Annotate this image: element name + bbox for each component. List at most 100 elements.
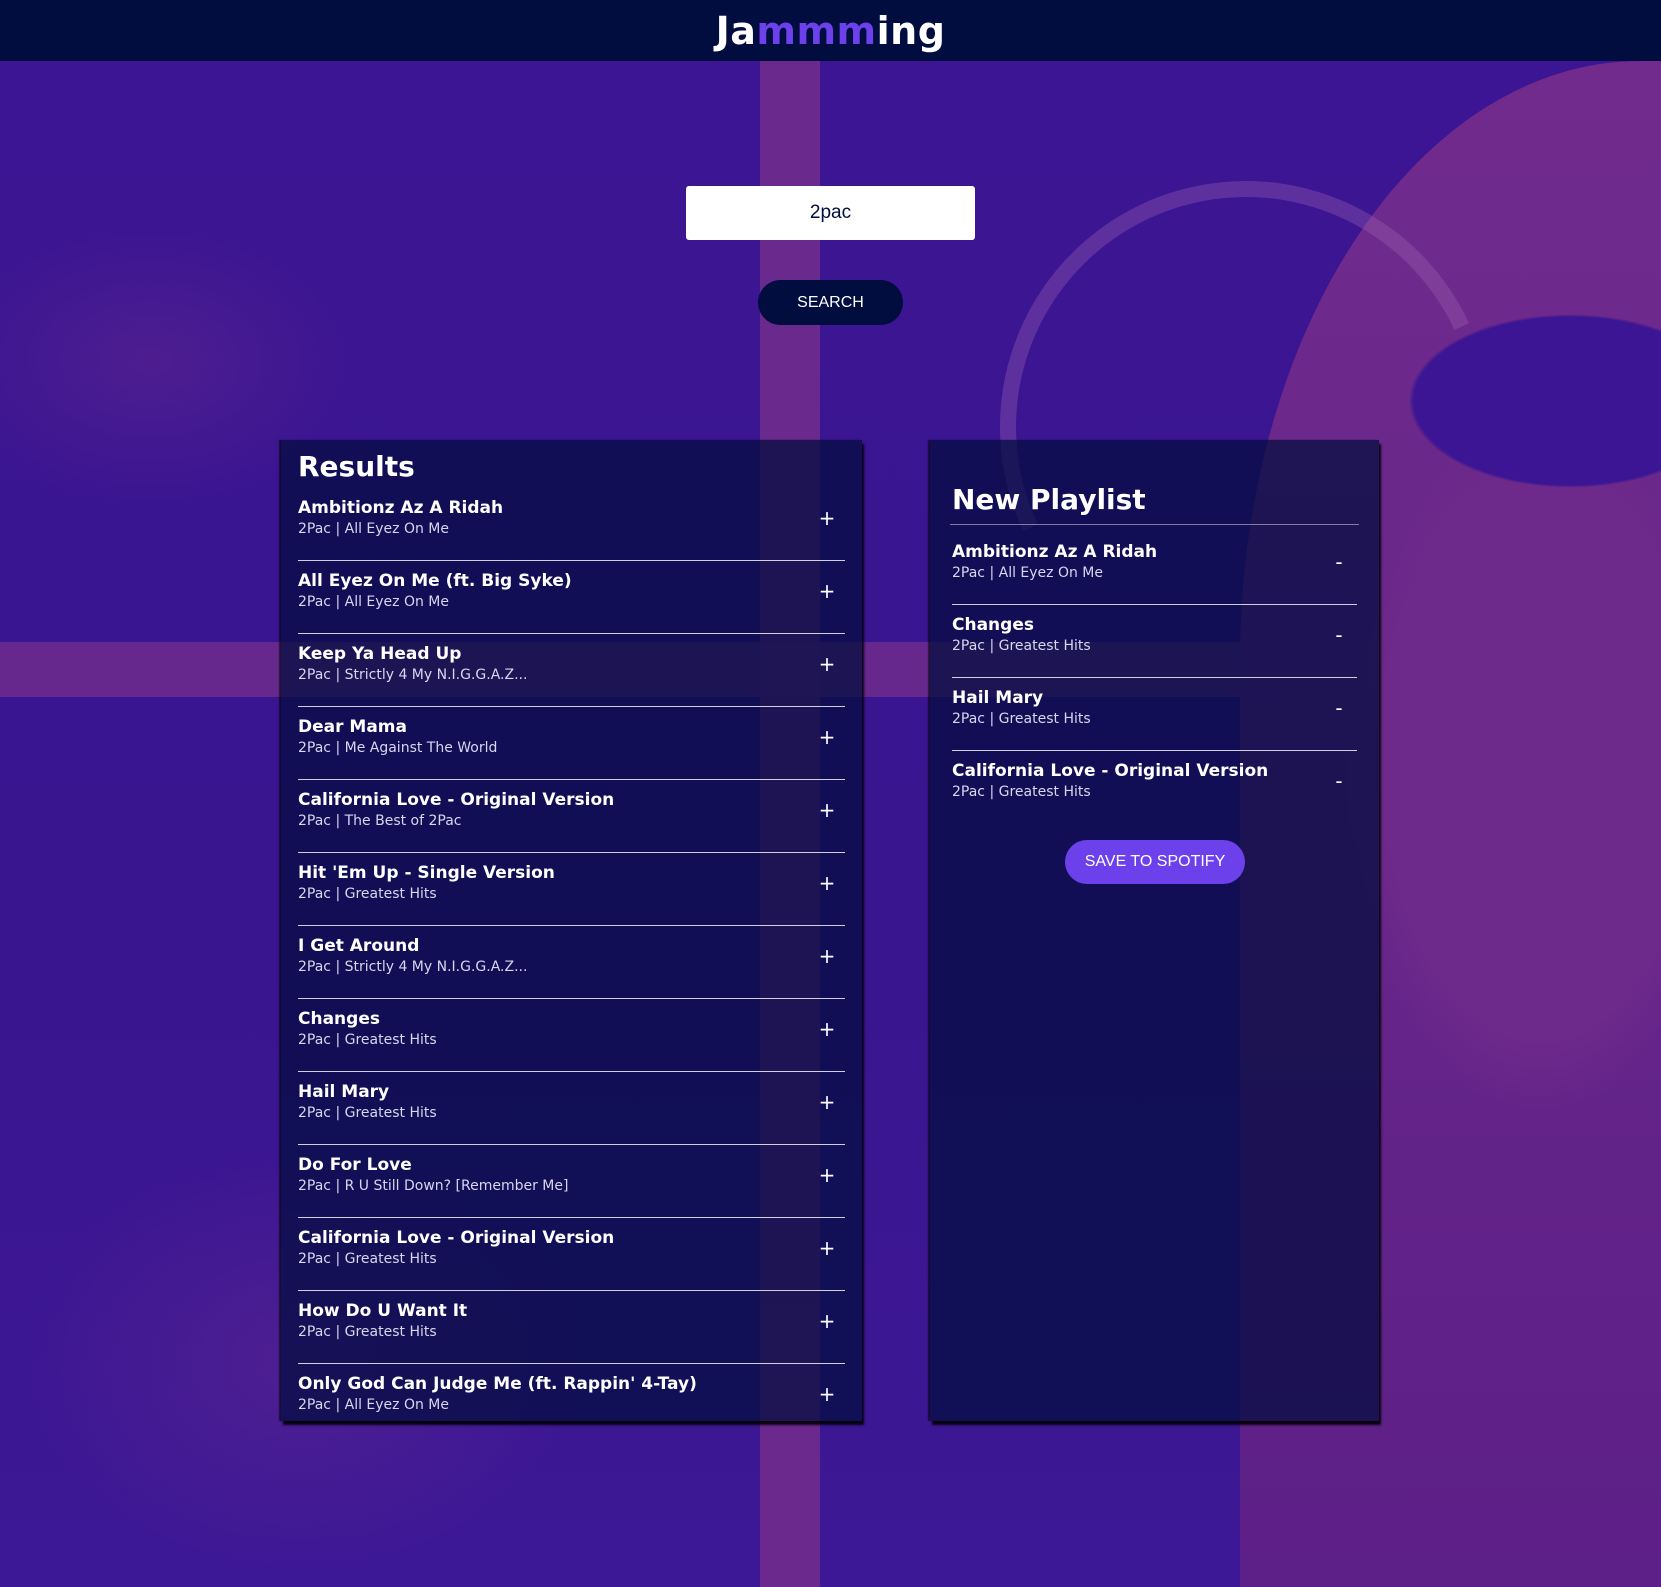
track-name: How Do U Want It — [298, 1301, 468, 1321]
track-name: Ambitionz Az A Ridah — [952, 542, 1158, 562]
add-track-button[interactable]: + — [815, 798, 839, 822]
plus-icon: + — [818, 1090, 836, 1114]
track-name: Hail Mary — [952, 688, 1044, 708]
add-track-button[interactable]: + — [815, 1382, 839, 1406]
plus-icon: + — [818, 1236, 836, 1260]
track-row: California Love - Original Version 2Pac |… — [298, 780, 845, 853]
track-name: Hail Mary — [298, 1082, 390, 1102]
track-name: I Get Around — [298, 936, 420, 956]
results-panel: Results Ambitionz Az A Ridah 2Pac | All E… — [281, 440, 862, 1421]
track-name: All Eyez On Me (ft. Big Syke) — [298, 571, 572, 591]
add-track-button[interactable]: + — [815, 944, 839, 968]
add-track-button[interactable]: + — [815, 652, 839, 676]
add-track-button[interactable]: + — [815, 725, 839, 749]
logo-prefix: Ja — [715, 8, 757, 53]
minus-icon: - — [1335, 696, 1343, 720]
track-row: All Eyez On Me (ft. Big Syke) 2Pac | All … — [298, 561, 845, 634]
add-track-button[interactable]: + — [815, 1163, 839, 1187]
plus-icon: + — [818, 725, 836, 749]
track-name: Dear Mama — [298, 717, 407, 737]
track-name: Do For Love — [298, 1155, 412, 1175]
track-artist-album: 2Pac | All Eyez On Me — [298, 1397, 449, 1413]
plus-icon: + — [818, 579, 836, 603]
track-row: Hail Mary 2Pac | Greatest Hits + — [298, 1072, 845, 1145]
track-artist-album: 2Pac | Greatest Hits — [298, 1324, 437, 1340]
track-artist-album: 2Pac | All Eyez On Me — [952, 565, 1103, 581]
logo-suffix: ing — [876, 8, 946, 53]
add-track-button[interactable]: + — [815, 871, 839, 895]
track-row: Ambitionz Az A Ridah 2Pac | All Eyez On M… — [952, 532, 1357, 605]
minus-icon: - — [1335, 623, 1343, 647]
track-artist-album: 2Pac | Greatest Hits — [952, 711, 1091, 727]
plus-icon: + — [818, 652, 836, 676]
track-row: Keep Ya Head Up 2Pac | Strictly 4 My N.I.… — [298, 634, 845, 707]
track-row: Do For Love 2Pac | R U Still Down? [Remem… — [298, 1145, 845, 1218]
app-logo: Jammming — [716, 9, 946, 53]
plus-icon: + — [818, 1017, 836, 1041]
track-artist-album: 2Pac | All Eyez On Me — [298, 521, 449, 537]
plus-icon: + — [818, 506, 836, 530]
plus-icon: + — [818, 1309, 836, 1333]
logo-accent: mmm — [756, 8, 877, 53]
track-row: Ambitionz Az A Ridah 2Pac | All Eyez On M… — [298, 488, 845, 561]
remove-track-button[interactable]: - — [1327, 623, 1351, 647]
track-name: California Love - Original Version — [298, 790, 615, 810]
track-artist-album: 2Pac | Greatest Hits — [298, 1032, 437, 1048]
add-track-button[interactable]: + — [815, 1236, 839, 1260]
plus-icon: + — [818, 1382, 836, 1406]
app-header: Jammming — [0, 0, 1661, 61]
track-artist-album: 2Pac | Me Against The World — [298, 740, 498, 756]
track-row: I Get Around 2Pac | Strictly 4 My N.I.G.G… — [298, 926, 845, 999]
track-row: Changes 2Pac | Greatest Hits - — [952, 605, 1357, 678]
track-artist-album: 2Pac | All Eyez On Me — [298, 594, 449, 610]
track-row: How Do U Want It 2Pac | Greatest Hits + — [298, 1291, 845, 1364]
playlist-track-list: Ambitionz Az A Ridah 2Pac | All Eyez On M… — [952, 532, 1357, 824]
playlist-name-input[interactable]: New Playlist — [952, 483, 1146, 516]
plus-icon: + — [818, 871, 836, 895]
playlist-panel: New Playlist Ambitionz Az A Ridah 2Pac | … — [930, 440, 1379, 1421]
search-button[interactable]: SEARCH — [758, 280, 903, 325]
plus-icon: + — [818, 1163, 836, 1187]
track-row: Dear Mama 2Pac | Me Against The World + — [298, 707, 845, 780]
track-row: Hail Mary 2Pac | Greatest Hits - — [952, 678, 1357, 751]
track-row: Changes 2Pac | Greatest Hits + — [298, 999, 845, 1072]
save-to-spotify-button[interactable]: SAVE TO SPOTIFY — [1065, 840, 1245, 884]
track-name: Ambitionz Az A Ridah — [298, 498, 504, 518]
track-artist-album: 2Pac | Greatest Hits — [952, 638, 1091, 654]
track-name: Changes — [298, 1009, 380, 1029]
remove-track-button[interactable]: - — [1327, 550, 1351, 574]
track-artist-album: 2Pac | Strictly 4 My N.I.G.G.A.Z... — [298, 667, 528, 683]
track-row: California Love - Original Version 2Pac |… — [298, 1218, 845, 1291]
plus-icon: + — [818, 944, 836, 968]
remove-track-button[interactable]: - — [1327, 696, 1351, 720]
track-artist-album: 2Pac | Greatest Hits — [952, 784, 1091, 800]
playlist-title-divider — [950, 524, 1359, 525]
add-track-button[interactable]: + — [815, 1090, 839, 1114]
add-track-button[interactable]: + — [815, 1017, 839, 1041]
track-artist-album: 2Pac | R U Still Down? [Remember Me] — [298, 1178, 569, 1194]
track-artist-album: 2Pac | Greatest Hits — [298, 1251, 437, 1267]
minus-icon: - — [1335, 769, 1343, 793]
remove-track-button[interactable]: - — [1327, 769, 1351, 793]
add-track-button[interactable]: + — [815, 1309, 839, 1333]
track-row: Only God Can Judge Me (ft. Rappin' 4-Tay… — [298, 1364, 845, 1437]
add-track-button[interactable]: + — [815, 579, 839, 603]
plus-icon: + — [818, 798, 836, 822]
track-artist-album: 2Pac | Greatest Hits — [298, 1105, 437, 1121]
results-track-list: Ambitionz Az A Ridah 2Pac | All Eyez On M… — [298, 488, 845, 1437]
track-name: Changes — [952, 615, 1034, 635]
track-artist-album: 2Pac | Greatest Hits — [298, 886, 437, 902]
results-title: Results — [298, 450, 415, 483]
track-name: Only God Can Judge Me (ft. Rappin' 4-Tay… — [298, 1374, 697, 1394]
add-track-button[interactable]: + — [815, 506, 839, 530]
track-row: California Love - Original Version 2Pac |… — [952, 751, 1357, 824]
track-artist-album: 2Pac | The Best of 2Pac — [298, 813, 462, 829]
track-artist-album: 2Pac | Strictly 4 My N.I.G.G.A.Z... — [298, 959, 528, 975]
track-name: Hit 'Em Up - Single Version — [298, 863, 555, 883]
minus-icon: - — [1335, 550, 1343, 574]
track-name: California Love - Original Version — [298, 1228, 615, 1248]
track-row: Hit 'Em Up - Single Version 2Pac | Greate… — [298, 853, 845, 926]
search-input[interactable] — [686, 186, 975, 240]
track-name: Keep Ya Head Up — [298, 644, 462, 664]
track-name: California Love - Original Version — [952, 761, 1269, 781]
